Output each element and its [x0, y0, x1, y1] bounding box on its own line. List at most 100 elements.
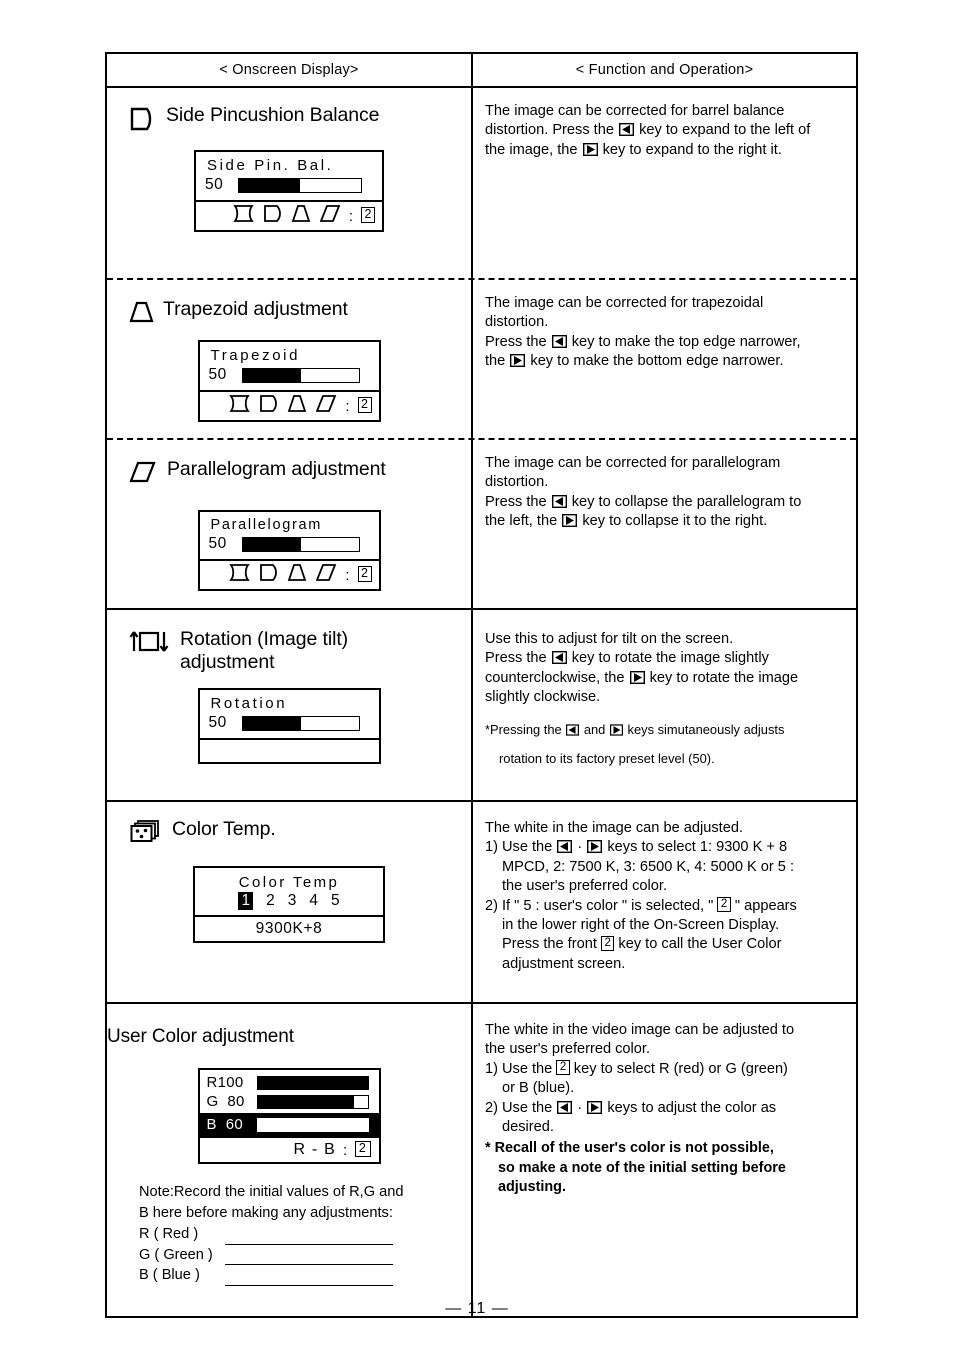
- left-arrow-key-icon: [566, 723, 580, 736]
- note-field-green: G ( Green ): [139, 1245, 471, 1266]
- osd-option-3[interactable]: 3: [288, 892, 297, 910]
- right-arrow-key-icon: [587, 840, 603, 854]
- side-pincushion-icon: [259, 564, 278, 586]
- right-arrow-key-icon: [587, 1100, 603, 1114]
- text-line: Press the front 2 key to call the User C…: [501, 936, 782, 953]
- text-line: in the lower right of the On-Screen Disp…: [501, 917, 780, 934]
- page-number: — 11 —: [445, 1300, 509, 1317]
- osd-option-5[interactable]: 5: [331, 892, 340, 910]
- osd-channel-label-r: R100: [206, 1074, 244, 1092]
- description-text-parallelogram: The image can be corrected for parallelo…: [485, 454, 842, 532]
- osd-footer-colon: :: [342, 1141, 349, 1159]
- note-field-blank[interactable]: [225, 1253, 393, 1266]
- right-arrow-key-icon: [629, 670, 645, 684]
- osd-footer-label-rb: R - B: [293, 1141, 336, 1159]
- feature-title-color-temp: Color Temp.: [172, 818, 276, 840]
- list-item: 2) Use the · keys to adjust the color as…: [485, 1099, 842, 1138]
- osd-value-trapezoid: 50: [208, 366, 227, 383]
- osd-channel-label-g: G 80: [206, 1093, 245, 1111]
- osd-progress-bar: [241, 367, 360, 383]
- pincushion-icon: [233, 205, 254, 227]
- right-arrow-key-icon: [609, 723, 623, 736]
- trapezoid-icon: [287, 395, 307, 417]
- text-line: Use the · keys to adjust the color as: [501, 1099, 777, 1116]
- osd-channel-label-b: B 60: [206, 1116, 244, 1134]
- osd-value-rotation: 50: [208, 714, 227, 731]
- description-cell-side-pincushion: The image can be corrected for barrel ba…: [473, 88, 856, 278]
- osd-progress-bar: [241, 536, 360, 552]
- text-line: desired.: [501, 1119, 554, 1136]
- osd-footer-empty: [199, 738, 379, 762]
- osd-box-rotation: Rotation 50: [197, 688, 381, 764]
- right-arrow-key-icon: [562, 514, 578, 528]
- osd-color-temp-value: 9300K+8: [195, 915, 383, 941]
- trapezoid-icon: [287, 564, 307, 586]
- list-item: 2) If " 5 : user's color " is selected, …: [485, 897, 842, 975]
- side-pincushion-icon: [259, 395, 278, 417]
- side-pincushion-icon: [129, 107, 154, 136]
- osd-value-parallelogram: 50: [208, 535, 227, 552]
- osd-footer-colon: :: [345, 566, 350, 584]
- osd-channel-row-g: G 80: [200, 1092, 379, 1111]
- osd-title-side-pincushion: Side Pin. Bal.: [207, 157, 334, 174]
- left-arrow-key-icon: [557, 1100, 573, 1114]
- table-header-row: < Onscreen Display> < Function and Opera…: [107, 54, 856, 86]
- osd-footer-colon: :: [348, 207, 354, 225]
- note-field-blank[interactable]: [225, 1233, 393, 1245]
- description-cell-user-color: The white in the video image can be adju…: [473, 1004, 856, 1316]
- osd-cell-user-color: User Color adjustment R100 G 80 B 60 R -…: [107, 1004, 473, 1316]
- osd-footer-shape-row: : 2: [199, 559, 379, 589]
- osd-option-4[interactable]: 4: [309, 892, 318, 910]
- osd-channel-bar-g: [256, 1094, 369, 1109]
- osd-footer-colon: :: [345, 397, 350, 415]
- parallelogram-icon: [129, 461, 157, 488]
- right-arrow-key-icon: [582, 142, 598, 156]
- text-line: Press the key to collapse the parallelog…: [485, 493, 802, 510]
- parallelogram-icon: [316, 564, 337, 586]
- list-body: Use the · keys to select 1: 9300 K + 8 M…: [502, 838, 842, 896]
- osd-function-table: < Onscreen Display> < Function and Opera…: [105, 52, 858, 1318]
- text-line: counterclockwise, the key to rotate the …: [485, 669, 799, 686]
- left-arrow-key-icon: [551, 651, 567, 665]
- header-cell-onscreen-display: < Onscreen Display>: [107, 54, 473, 86]
- left-arrow-key-icon: [557, 840, 573, 854]
- osd-option-2[interactable]: 2: [266, 892, 275, 910]
- table-row-parallelogram: Parallelogram adjustment Parallelogram 5…: [107, 438, 856, 608]
- text-line: Press the key to rotate the image slight…: [485, 650, 769, 667]
- osd-cell-color-temp: Color Temp. Color Temp 1 2 3 4 5 9300K+8: [107, 802, 473, 1002]
- list-body: Use the 2 key to select R (red) or G (gr…: [502, 1060, 842, 1099]
- osd-channel-bar-r: [256, 1075, 369, 1090]
- osd-option-1-selected[interactable]: 1: [238, 892, 254, 910]
- osd-cell-side-pincushion: Side Pincushion Balance Side Pin. Bal. 5…: [107, 88, 473, 278]
- osd-cell-rotation: Rotation (Image tilt) adjustment Rotatio…: [107, 610, 473, 800]
- osd-channel-row-r: R100: [200, 1073, 379, 1092]
- osd-footer-key-2: 2: [355, 1141, 371, 1158]
- note-field-blank[interactable]: [225, 1274, 393, 1286]
- text-line: adjusting.: [498, 1178, 566, 1195]
- description-cell-parallelogram: The image can be corrected for parallelo…: [473, 440, 856, 608]
- list-marker: 1): [485, 1060, 498, 1077]
- feature-title-line1: Rotation (Image tilt): [180, 628, 349, 650]
- note-field-label: R ( Red ): [139, 1225, 199, 1242]
- description-text-trapezoid: The image can be corrected for trapezoid…: [485, 294, 842, 372]
- list-marker: 2): [485, 1099, 498, 1116]
- trapezoid-icon: [129, 301, 155, 328]
- table-row-user-color: User Color adjustment R100 G 80 B 60 R -…: [107, 1002, 856, 1316]
- osd-footer-key-2: 2: [357, 397, 372, 413]
- trapezoid-icon: [291, 205, 311, 227]
- osd-footer-shape-row: : 2: [199, 390, 379, 420]
- osd-cell-parallelogram: Parallelogram adjustment Parallelogram 5…: [107, 440, 473, 608]
- osd-user-color-footer: R - B : 2: [199, 1136, 379, 1162]
- osd-channel-row-b-selected: B 60: [199, 1113, 379, 1137]
- key-badge-2: 2: [600, 936, 615, 952]
- side-pincushion-icon: [263, 205, 282, 227]
- text-line: the user's preferred color.: [485, 1041, 651, 1058]
- note-line: B here before making any adjustments:: [139, 1205, 393, 1222]
- feature-title-line2: adjustment: [180, 651, 275, 673]
- header-cell-function-operation: < Function and Operation>: [473, 54, 856, 86]
- color-temp-icon: [129, 819, 161, 850]
- osd-channel-bar-b: [256, 1117, 369, 1132]
- note-line: Note:Record the initial values of R,G an…: [139, 1184, 404, 1201]
- parallelogram-icon: [316, 395, 337, 417]
- description-text-side-pincushion: The image can be corrected for barrel ba…: [485, 102, 842, 160]
